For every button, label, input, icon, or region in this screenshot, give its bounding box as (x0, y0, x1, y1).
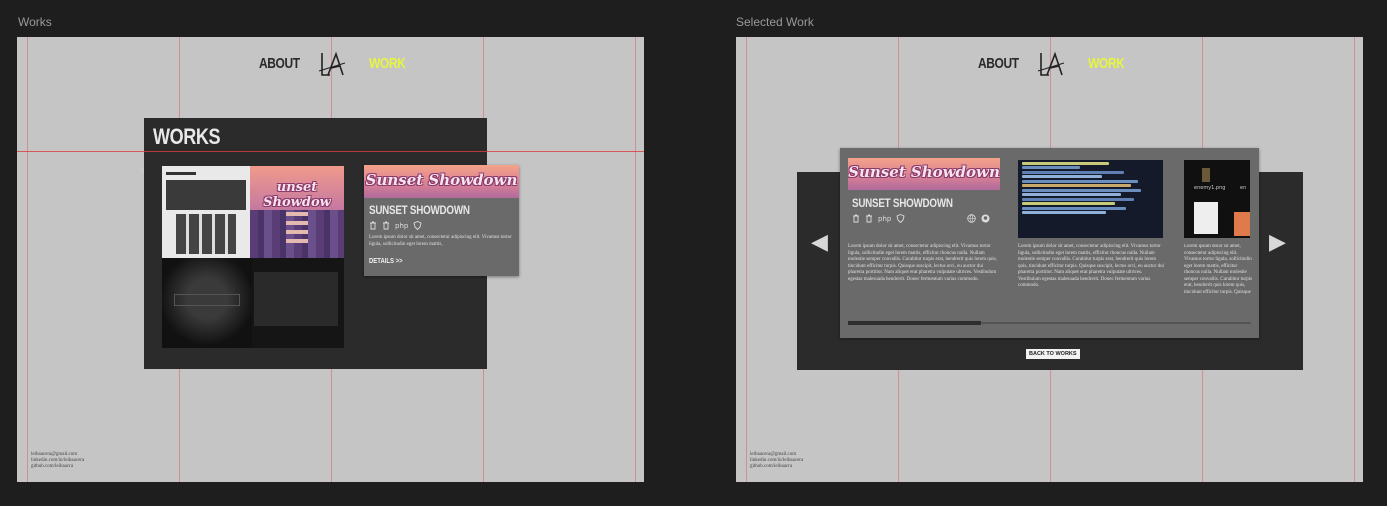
card-banner: Sunset Showdown (364, 165, 519, 198)
top-nav: ABOUT WORK (17, 51, 644, 77)
details-link[interactable]: DETAILS >> (369, 258, 403, 265)
project-links (967, 214, 990, 223)
la-logo-icon[interactable] (318, 51, 346, 79)
card-description: Lorem ipsum dolor sit amet, consectetur … (1184, 244, 1253, 294)
globe-icon[interactable] (967, 214, 976, 223)
card-description: Lorem ipsum dolor sit amet, consectetur … (848, 244, 997, 282)
trash-icon (853, 214, 859, 223)
nav-work-link[interactable]: WORK (1088, 55, 1125, 72)
shield-icon (413, 221, 422, 230)
selected-work-card: Sunset Showdown SUNSET SHOWDOWN php Lore… (840, 148, 1259, 338)
carousel-scrollbar[interactable] (848, 321, 1251, 325)
footer-github[interactable]: github.com/leibaacra (31, 464, 84, 470)
tech-stack: php (369, 221, 422, 230)
asset-label: en (1240, 185, 1247, 191)
project-thumbnail[interactable] (162, 258, 344, 348)
project-thumbnail[interactable]: unset Showdow (250, 166, 344, 258)
thumbnail-banner: unset Showdow (263, 180, 331, 210)
guide-line (635, 37, 636, 482)
footer-github[interactable]: github.com/leibaacra (750, 464, 803, 470)
guide-line (1354, 37, 1355, 482)
card-banner-title: Sunset Showdown (848, 163, 1000, 181)
frame-label-selected-work: Selected Work (736, 15, 814, 29)
asset-screenshot[interactable]: enemy1.png en (1184, 160, 1250, 238)
card-banner-title: Sunset Showdown (365, 171, 518, 189)
github-icon[interactable] (981, 214, 990, 223)
top-nav: ABOUT WORK (736, 51, 1363, 77)
nav-about-link[interactable]: ABOUT (978, 55, 1019, 72)
guide-line (746, 37, 747, 482)
page-title: WORKS (153, 124, 221, 149)
carousel-prev-button[interactable]: ◀ (811, 231, 828, 253)
card-banner: Sunset Showdown (848, 158, 1000, 190)
carousel-next-button[interactable]: ▶ (1269, 231, 1286, 253)
asset-label: enemy1.png (1194, 185, 1226, 191)
card-title: SUNSET SHOWDOWN (369, 203, 470, 217)
trash-icon (866, 214, 872, 223)
guide-line (17, 151, 644, 152)
php-icon: php (878, 214, 892, 223)
selected-work-frame: ABOUT WORK ◀ ▶ Sunset Showdown SUNSET SH… (736, 37, 1363, 482)
guide-line (27, 37, 28, 482)
code-screenshot[interactable] (1018, 160, 1163, 238)
nav-work-link[interactable]: WORK (369, 55, 406, 72)
shield-icon (896, 214, 905, 223)
frame-label-works: Works (18, 15, 52, 29)
footer-contact: leibaacera@gmail.com linkedin.com/in/lei… (31, 452, 84, 470)
project-thumbnail[interactable] (162, 166, 250, 258)
back-to-works-button[interactable]: BACK TO WORKS (1026, 349, 1080, 359)
trash-icon (383, 221, 389, 230)
project-card[interactable]: Sunset Showdown SUNSET SHOWDOWN php Lore… (364, 165, 519, 276)
card-description: Lorem ipsum dolor sit amet, consectetur … (369, 235, 512, 247)
carousel-scrollbar-thumb[interactable] (848, 321, 981, 325)
tech-stack: php (852, 214, 905, 223)
footer-contact: leibaacera@gmail.com linkedin.com/in/lei… (750, 452, 803, 470)
card-description: Lorem ipsum dolor sit amet, consectetur … (1018, 244, 1164, 288)
works-frame: ABOUT WORK WORKS unset Showdow Sunset Sh… (17, 37, 644, 482)
nav-about-link[interactable]: ABOUT (259, 55, 300, 72)
card-title: SUNSET SHOWDOWN (852, 196, 953, 210)
la-logo-icon[interactable] (1037, 51, 1065, 79)
music-file-icon (1194, 202, 1218, 234)
trash-icon (370, 221, 376, 230)
php-icon: php (395, 221, 409, 230)
